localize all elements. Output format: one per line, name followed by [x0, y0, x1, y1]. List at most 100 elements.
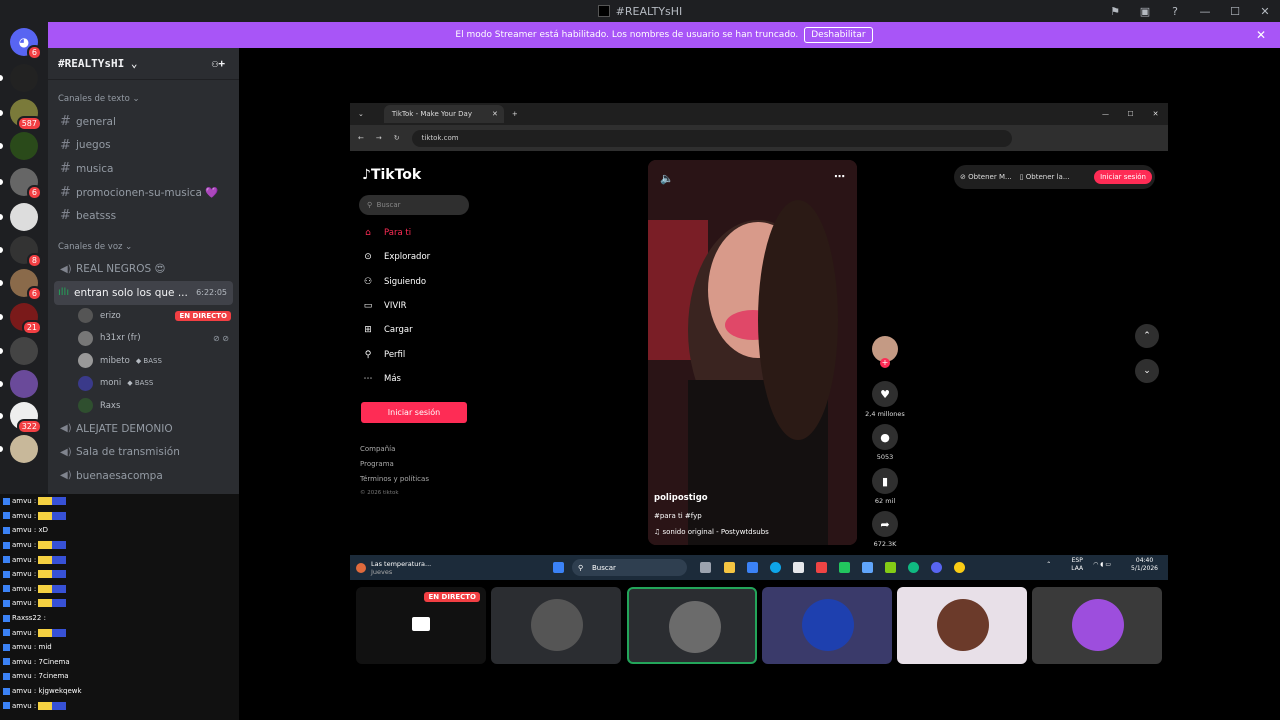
- clock[interactable]: 04:40 5/1/2026: [1121, 557, 1158, 573]
- tiktok-search-input[interactable]: ⚲ Buscar: [359, 195, 469, 215]
- voice-channel[interactable]: ◀) buenaesacompa: [48, 464, 239, 488]
- language-indicator[interactable]: ESP LAA: [1061, 557, 1083, 573]
- maximize-button[interactable]: ☐: [1220, 5, 1250, 18]
- tiktok-nav-item[interactable]: ⌂ Para ti: [361, 224, 411, 242]
- tiktok-nav-item[interactable]: ⊙ Explorador: [361, 248, 430, 266]
- follow-plus-icon[interactable]: +: [880, 358, 890, 368]
- invite-people-icon[interactable]: ⚇+: [212, 57, 225, 70]
- copilot-icon[interactable]: [747, 562, 758, 573]
- video-player[interactable]: 🔈 ⋯ polipostigo #para ti #fyp ♫ sonido o…: [648, 160, 857, 545]
- voice-channel[interactable]: ◀) Sala de transmisión: [48, 441, 239, 465]
- help-icon[interactable]: ?: [1160, 5, 1190, 18]
- server-icon[interactable]: [0, 370, 38, 398]
- task-view-icon[interactable]: [700, 562, 711, 573]
- start-icon[interactable]: [553, 562, 564, 573]
- browser-close[interactable]: ✕: [1143, 110, 1168, 118]
- stream-tile[interactable]: [491, 587, 621, 664]
- forward-icon[interactable]: →: [376, 134, 382, 142]
- server-icon[interactable]: 6: [0, 269, 42, 301]
- voice-channel-active[interactable]: ıllı entran solo los que ... 6:22:05: [54, 281, 233, 305]
- footer-link[interactable]: Programa: [360, 460, 394, 468]
- browser-tab[interactable]: TikTok - Make Your Day ✕: [383, 105, 504, 123]
- top-login-button[interactable]: Iniciar sesión: [1094, 170, 1152, 184]
- server-icon[interactable]: [0, 132, 38, 160]
- close-icon[interactable]: ✕: [1256, 28, 1266, 42]
- text-channel[interactable]: # general: [48, 110, 239, 134]
- server-icon[interactable]: 8: [0, 236, 42, 268]
- app-teal-icon[interactable]: [908, 562, 919, 573]
- tab-menu-icon[interactable]: ⌄: [358, 110, 364, 118]
- server-icon[interactable]: [0, 64, 38, 92]
- guild-header[interactable]: #REALTYsHI ⌄ ⚇+: [48, 48, 239, 80]
- more-options-icon[interactable]: ⋯: [834, 170, 845, 183]
- tiktok-nav-item[interactable]: ▭ VIVIR: [361, 297, 407, 315]
- text-category[interactable]: Canales de texto ⌄: [48, 88, 239, 110]
- get-app-button[interactable]: ⊘ Obtener M...: [960, 173, 1012, 181]
- office-icon[interactable]: [839, 562, 850, 573]
- stream-tile[interactable]: [627, 587, 757, 664]
- video-action-button[interactable]: ▮: [872, 468, 898, 494]
- voice-user[interactable]: h31xr (fr) ⊘ ⊘: [48, 327, 239, 350]
- server-icon[interactable]: [0, 337, 38, 365]
- video-author[interactable]: polipostigo: [654, 493, 708, 503]
- file-explorer-icon[interactable]: [724, 562, 735, 573]
- tiktok-logo[interactable]: ♪TikTok: [362, 167, 421, 183]
- server-icon[interactable]: 587: [0, 99, 42, 131]
- chrome-icon[interactable]: [954, 562, 965, 573]
- reload-icon[interactable]: ↻: [394, 134, 400, 142]
- video-hashtags[interactable]: #para ti #fyp: [654, 512, 702, 520]
- app-green-icon[interactable]: [885, 562, 896, 573]
- mail-icon[interactable]: [862, 562, 873, 573]
- footer-link[interactable]: © 2026 tiktok: [360, 490, 399, 496]
- volume-icon[interactable]: 🔈: [660, 172, 674, 185]
- browser-maximize[interactable]: ☐: [1118, 110, 1143, 118]
- discord-icon[interactable]: [931, 562, 942, 573]
- video-action-button[interactable]: ●: [872, 424, 898, 450]
- video-action-button[interactable]: ♥: [872, 381, 898, 407]
- voice-channel[interactable]: ◀) REAL NEGROS 😍: [48, 258, 239, 282]
- text-channel[interactable]: # promocionen-su-musica 💜: [48, 181, 239, 205]
- footer-link[interactable]: Compañía: [360, 445, 395, 453]
- video-sound[interactable]: ♫ sonido original - Postywtdsubs: [654, 528, 769, 536]
- weather-widget[interactable]: Las temperatura... Jueves: [356, 560, 431, 576]
- tab-close-icon[interactable]: ✕: [492, 110, 498, 118]
- next-video-button[interactable]: ⌄: [1135, 359, 1159, 383]
- text-channel[interactable]: # beatsss: [48, 204, 239, 228]
- creator-avatar[interactable]: +: [872, 336, 898, 368]
- server-icon[interactable]: 6: [0, 168, 42, 200]
- get-desktop-button[interactable]: ▯ Obtener la...: [1020, 173, 1070, 181]
- back-icon[interactable]: ←: [358, 134, 364, 142]
- voice-user[interactable]: mibeto ◆ BASS: [48, 350, 239, 373]
- stream-icon[interactable]: ▣: [1130, 5, 1160, 18]
- app-red-icon[interactable]: [816, 562, 827, 573]
- browser-minimize[interactable]: —: [1093, 110, 1118, 118]
- taskbar-search[interactable]: ⚲ Buscar: [572, 559, 687, 576]
- store-icon[interactable]: [793, 562, 804, 573]
- footer-link[interactable]: Términos y políticas: [360, 475, 429, 483]
- stream-tile[interactable]: [1032, 587, 1162, 664]
- home-icon[interactable]: ◕ 6: [10, 28, 42, 60]
- server-icon[interactable]: [0, 435, 38, 463]
- previous-video-button[interactable]: ⌃: [1135, 324, 1159, 348]
- server-icon[interactable]: [0, 203, 38, 231]
- new-tab-icon[interactable]: +: [512, 110, 518, 118]
- stream-tile[interactable]: EN DIRECTO: [356, 587, 486, 664]
- network-icon[interactable]: ◠ ◖ ▭: [1093, 561, 1111, 569]
- close-button[interactable]: ✕: [1250, 5, 1280, 18]
- video-action-button[interactable]: ➦: [872, 511, 898, 537]
- tray-chevron-icon[interactable]: ⌃: [1046, 561, 1051, 569]
- voice-user[interactable]: erizo EN DIRECTO: [48, 305, 239, 328]
- voice-channel[interactable]: ◀) ALEJATE DEMONIO: [48, 417, 239, 441]
- tiktok-nav-item[interactable]: ⋯ Más: [361, 370, 401, 388]
- inbox-icon[interactable]: ⚑: [1100, 5, 1130, 18]
- voice-user[interactable]: Raxs: [48, 395, 239, 418]
- server-icon[interactable]: 322: [0, 402, 42, 434]
- stream-tile[interactable]: [897, 587, 1027, 664]
- edge-icon[interactable]: [770, 562, 781, 573]
- voice-user[interactable]: moni ◆ BASS: [48, 372, 239, 395]
- minimize-button[interactable]: —: [1190, 5, 1220, 18]
- url-input[interactable]: tiktok.com: [411, 129, 1012, 147]
- voice-category[interactable]: Canales de voz ⌄: [48, 236, 239, 258]
- text-channel[interactable]: # musica: [48, 157, 239, 181]
- server-icon[interactable]: 21: [0, 303, 42, 335]
